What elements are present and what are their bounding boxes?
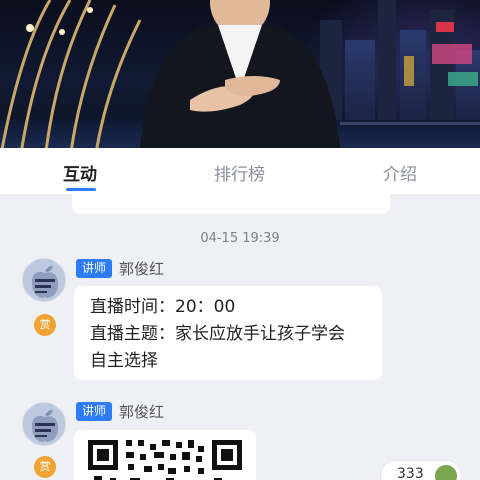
lecturer-badge: 讲师 — [76, 402, 113, 421]
neon-sign — [436, 22, 454, 32]
live-video-player[interactable] — [0, 0, 480, 148]
apple-logo-icon — [23, 403, 65, 445]
tab-introduction[interactable]: 介绍 — [383, 160, 417, 185]
avatar[interactable] — [22, 258, 66, 302]
tab-leaderboard[interactable]: 排行榜 — [214, 160, 265, 185]
message-line: 直播主题：家长应放手让孩子学会 — [90, 324, 345, 344]
lecturer-badge: 讲师 — [76, 259, 113, 278]
active-tab-indicator — [66, 188, 96, 191]
reward-button[interactable]: 赏 — [34, 314, 56, 336]
message-bubble: 直播时间：20：00 直播主题：家长应放手让孩子学会 自主选择 — [74, 286, 382, 380]
neon-sign — [448, 72, 478, 86]
chat-feed[interactable]: ' ' 04-15 19:39 赏 讲师 郭俊红 直播时间：20：00 直播主题… — [0, 194, 480, 480]
message-line: 自主选择 — [90, 351, 158, 371]
sender-name: 郭俊红 — [119, 260, 165, 278]
sender-name: 郭俊红 — [119, 403, 165, 421]
neon-sign — [404, 56, 414, 86]
neon-sign — [432, 44, 472, 64]
reward-button[interactable]: 赏 — [34, 456, 56, 478]
online-viewers-pill[interactable]: 333 — [380, 460, 462, 480]
message-timestamp: 04-15 19:39 — [200, 231, 280, 246]
tab-interaction[interactable]: 互动 — [63, 160, 97, 185]
online-count: 333 — [397, 466, 424, 480]
previous-message-bubble: ' ' — [72, 194, 390, 214]
qr-code-message[interactable] — [74, 430, 256, 480]
qr-code-image — [74, 430, 256, 480]
avatar[interactable] — [22, 402, 66, 446]
previous-message-text: ' ' — [102, 194, 114, 196]
presenter — [140, 0, 340, 148]
viewer-avatar — [433, 463, 459, 480]
railing — [340, 122, 480, 125]
apple-logo-icon — [23, 259, 65, 301]
message-line: 直播时间：20：00 — [90, 297, 236, 317]
building — [378, 0, 396, 130]
